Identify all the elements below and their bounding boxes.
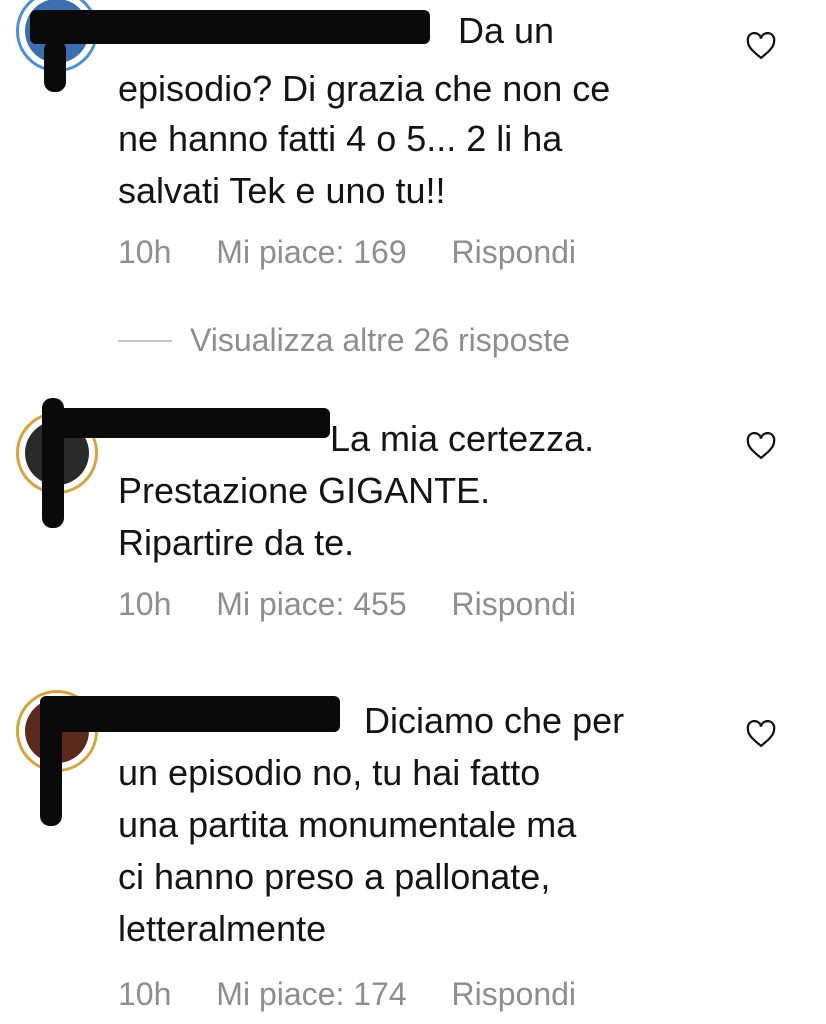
likes-count[interactable]: Mi piace: 169 (216, 234, 406, 271)
heart-outline-icon[interactable] (746, 720, 776, 748)
comment-meta: 10h Mi piace: 455 Rispondi (118, 586, 576, 623)
comment-text-line: Diciamo che per (364, 700, 625, 741)
comment-meta: 10h Mi piace: 169 Rispondi (118, 234, 576, 271)
reply-button[interactable]: Rispondi (452, 976, 577, 1013)
view-more-replies[interactable]: Visualizza altre 26 risposte (118, 322, 570, 359)
view-more-label: Visualizza altre 26 risposte (190, 322, 571, 358)
heart-outline-icon[interactable] (746, 32, 776, 60)
comment-text-line: La mia certezza. (330, 418, 595, 459)
redacted-username (50, 408, 330, 438)
redacted-username (40, 696, 340, 732)
comment-text-line: ne hanno fatti 4 o 5... 2 li ha (118, 118, 563, 159)
redacted-username (30, 10, 430, 44)
comment-text-line: letteralmente (118, 908, 327, 949)
comment-text-line: un episodio no, tu hai fatto (118, 752, 541, 793)
redaction-mark (44, 40, 66, 92)
comment-text-line: Prestazione GIGANTE. (118, 470, 491, 511)
comment-text-line: salvati Tek e uno tu!! (118, 170, 446, 211)
redaction-mark (42, 398, 64, 528)
comment-text-line: Ripartire da te. (118, 522, 355, 563)
comment-text-line: ci hanno preso a pallonate, (118, 856, 551, 897)
likes-count[interactable]: Mi piace: 174 (216, 976, 406, 1013)
comment-1: Da un episodio? Di grazia che non ce ne … (0, 0, 826, 290)
reply-button[interactable]: Rispondi (452, 586, 577, 623)
redaction-mark (40, 716, 62, 826)
comment-time: 10h (118, 586, 172, 622)
comment-2: La mia certezza. Prestazione GIGANTE. Ri… (0, 388, 826, 628)
comment-time: 10h (118, 976, 172, 1012)
comment-time: 10h (118, 234, 172, 270)
likes-count[interactable]: Mi piace: 455 (216, 586, 406, 623)
heart-outline-icon[interactable] (746, 432, 776, 460)
comment-text-line: Da un (458, 10, 555, 51)
divider (118, 339, 172, 342)
comment-meta: 10h Mi piace: 174 Rispondi (118, 976, 576, 1013)
comment-text-line: episodio? Di grazia che non ce (118, 68, 611, 109)
comment-text-line: una partita monumentale ma (118, 804, 577, 845)
reply-button[interactable]: Rispondi (452, 234, 577, 271)
comment-3: Diciamo che per un episodio no, tu hai f… (0, 686, 826, 1024)
